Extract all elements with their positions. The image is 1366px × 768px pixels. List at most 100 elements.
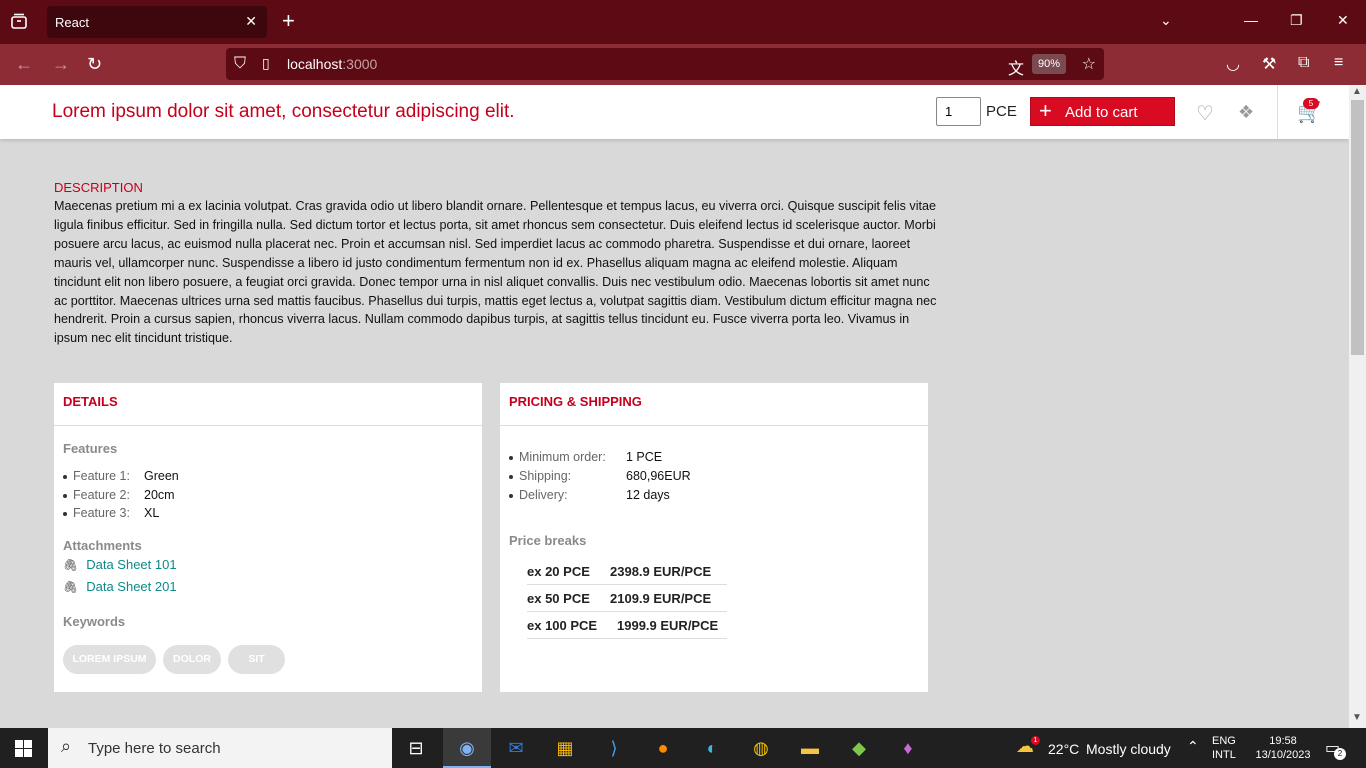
bullet-icon [509, 493, 513, 498]
chrome-icon[interactable]: ◍ [737, 728, 785, 768]
attachment-link[interactable]: 🖇 Data Sheet 201 [63, 579, 177, 594]
keyword-chip[interactable]: LOREM IPSUM [63, 645, 156, 674]
description-heading: DESCRIPTION [54, 180, 143, 195]
search-icon: ⌕ [61, 736, 72, 756]
card-divider [500, 425, 928, 426]
url-bar[interactable]: ⛉ ▯ localhost:3000 文 90% ☆ [226, 48, 1104, 80]
url-text[interactable]: localhost:3000 [287, 56, 377, 72]
start-windows-icon[interactable] [15, 740, 32, 757]
plus-icon: + [1039, 98, 1052, 123]
clock-date: 13/10/2023 [1255, 749, 1311, 761]
tab-list-icon[interactable] [10, 12, 28, 30]
git-tool-icon[interactable]: ◆ [835, 728, 883, 768]
sticky-product-header: Lorem ipsum dolor sit amet, consectetur … [0, 85, 1349, 139]
taskbar-search-box[interactable]: ⌕ Type here to search [48, 728, 392, 768]
page-icon: ▯ [262, 55, 270, 71]
price-break-price: 1999.9 EUR/PCE [617, 618, 719, 633]
keywords-heading: Keywords [63, 614, 126, 629]
tray-chevron-up-icon[interactable]: ⌃ [1187, 738, 1199, 755]
pricing-label: Delivery: [519, 488, 568, 502]
feature-label: Feature 1: [73, 469, 130, 483]
attachment-link[interactable]: 🖇 Data Sheet 101 [63, 557, 177, 572]
language-indicator[interactable]: ENG INTL [1212, 734, 1236, 762]
menu-icon[interactable]: ≡ [1334, 54, 1343, 72]
scroll-up-icon[interactable]: ▲ [1352, 86, 1362, 97]
header-divider [1277, 85, 1278, 139]
task-view-icon[interactable]: ⊟ [392, 728, 440, 768]
pocket-icon[interactable]: ◡ [1226, 54, 1240, 74]
edge-icon[interactable]: ◐ [688, 728, 736, 768]
details-title: DETAILS [63, 394, 118, 409]
shield-icon[interactable]: ⛉ [234, 55, 246, 73]
browser-nav-bar: ← → ↻ ⛉ ▯ localhost:3000 文 90% ☆ ◡ ⚒ ⧉ ≡ [0, 44, 1366, 85]
feature-label: Feature 2: [73, 488, 130, 502]
vscode-icon[interactable]: ⟩ [590, 728, 638, 768]
weather-text[interactable]: Mostly cloudy [1086, 741, 1171, 757]
wishlist-heart-icon[interactable]: ♡ [1196, 101, 1214, 126]
url-port: :3000 [342, 56, 378, 72]
price-break-row: ex 50 PCE 2109.9 EUR/PCE [527, 585, 727, 612]
bookmark-star-icon[interactable]: ☆ [1082, 54, 1096, 74]
bullet-icon [63, 511, 67, 516]
attachment-label[interactable]: Data Sheet 201 [86, 579, 176, 594]
clock-time: 19:58 [1269, 735, 1297, 747]
pricing-title: PRICING & SHIPPING [509, 394, 642, 409]
translate-icon[interactable]: 文 [1008, 55, 1024, 79]
price-break-qty: ex 50 PCE [527, 591, 590, 606]
scroll-down-icon[interactable]: ▼ [1352, 712, 1362, 723]
tab-title: React [55, 15, 89, 30]
tab-overflow-chevron-icon[interactable]: ⌄ [1160, 12, 1172, 29]
store-icon[interactable]: ▦ [541, 728, 589, 768]
file-explorer-icon[interactable]: ▬ [786, 728, 834, 768]
restore-icon[interactable]: ❐ [1290, 12, 1303, 29]
scrollbar-thumb[interactable] [1351, 100, 1364, 355]
keyword-chip[interactable]: SIT [228, 645, 285, 674]
feature-value: XL [144, 506, 160, 520]
compare-icon[interactable]: ❖ [1238, 102, 1254, 123]
details-card: DETAILS Features Feature 1: Green Feature… [54, 383, 482, 692]
paperclip-icon: 🖇 [63, 558, 79, 572]
tab-close-icon[interactable]: ✕ [245, 13, 257, 30]
drop-app-icon[interactable]: ♦ [884, 728, 932, 768]
extensions-icon[interactable]: ⧉ [1298, 54, 1309, 72]
price-break-price: 2398.9 EUR/PCE [610, 564, 712, 579]
add-to-cart-button[interactable]: + Add to cart [1030, 97, 1175, 126]
card-divider [54, 425, 482, 426]
pricing-shipping-card: PRICING & SHIPPING Minimum order: 1 PCE S… [500, 383, 928, 692]
search-placeholder: Type here to search [88, 740, 221, 757]
feature-row: Feature 2: 20cm [63, 488, 175, 502]
feature-row: Feature 1: Green [63, 469, 179, 483]
description-text: Maecenas pretium mi a ex lacinia volutpa… [54, 199, 937, 346]
zoom-level[interactable]: 90% [1032, 54, 1066, 74]
browser-tab-active[interactable]: React ✕ [47, 6, 267, 38]
wrench-icon[interactable]: ⚒ [1262, 54, 1276, 74]
forward-icon[interactable]: → [52, 54, 70, 74]
bullet-icon [509, 455, 513, 460]
feature-row: Feature 3: XL [63, 506, 159, 520]
new-tab-icon[interactable]: + [282, 9, 295, 33]
product-title: Lorem ipsum dolor sit amet, consectetur … [52, 101, 515, 122]
cart-count-badge: 5 [1303, 98, 1319, 109]
attachments-heading: Attachments [63, 538, 142, 553]
window-close-icon[interactable]: ✕ [1337, 12, 1349, 29]
pricing-label: Shipping: [519, 469, 572, 483]
price-break-qty: ex 20 PCE [527, 564, 590, 579]
minimize-icon[interactable]: — [1244, 12, 1258, 28]
windows-taskbar: ⌕ Type here to search ⊟ ◉ ✉ ▦ ⟩ ● ◐ ◍ ▬ … [0, 728, 1366, 768]
pricing-value: 12 days [626, 488, 670, 502]
mail-icon[interactable]: ✉ [492, 728, 540, 768]
pricing-row: Minimum order: 1 PCE [509, 450, 662, 464]
weather-temp[interactable]: 22°C [1048, 741, 1079, 757]
url-host: localhost [287, 56, 343, 72]
language-layout: INTL [1212, 749, 1236, 761]
firefox-taskbar-icon[interactable]: ◉ [443, 728, 491, 768]
feature-value: 20cm [144, 488, 175, 502]
attachment-label[interactable]: Data Sheet 101 [86, 557, 176, 572]
keyword-chip[interactable]: DOLOR [163, 645, 221, 674]
back-icon[interactable]: ← [15, 54, 33, 74]
reload-icon[interactable]: ↻ [87, 54, 102, 74]
quantity-input[interactable] [936, 97, 981, 126]
clock[interactable]: 19:58 13/10/2023 [1248, 734, 1318, 762]
bullet-icon [63, 493, 67, 498]
firefox-icon[interactable]: ● [639, 728, 687, 768]
